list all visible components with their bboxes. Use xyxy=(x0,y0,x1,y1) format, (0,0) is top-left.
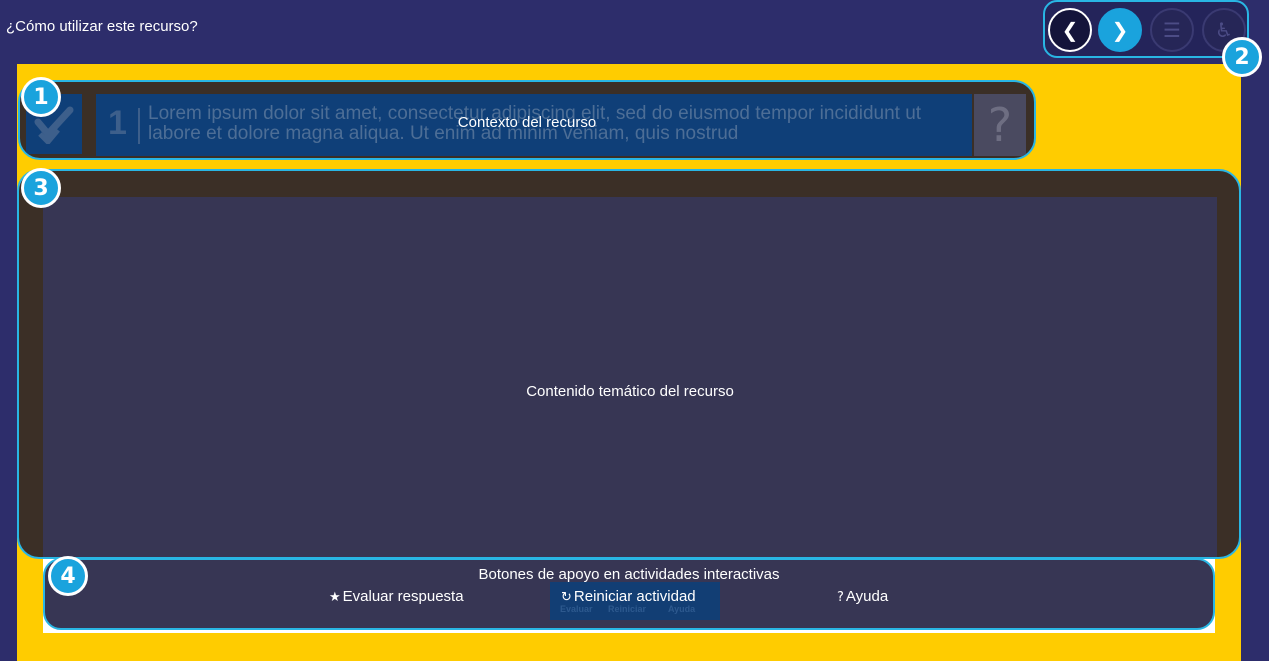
chevron-left-icon[interactable]: ❮ xyxy=(1048,8,1092,52)
support-title: Botones de apoyo en actividades interact… xyxy=(478,566,780,583)
ghost-restart-label: Reiniciar xyxy=(608,604,647,614)
evaluate-button[interactable]: ★ Evaluar respuesta xyxy=(329,588,464,605)
chevron-right-icon[interactable]: ❯ xyxy=(1098,8,1142,52)
nav-controls: ❮ ❯ ☰ ♿ xyxy=(1043,0,1249,58)
support-panel: Botones de apoyo en actividades interact… xyxy=(43,558,1215,630)
badge-1: 1 xyxy=(21,77,61,117)
context-label: Contexto del recurso xyxy=(457,114,597,131)
evaluate-label: Evaluar respuesta xyxy=(342,588,464,605)
content-area: Contenido temático del recurso xyxy=(43,197,1217,557)
refresh-icon: ↻ xyxy=(561,590,572,605)
content-panel: Contenido temático del recurso xyxy=(17,169,1241,559)
ghost-help-label: Ayuda xyxy=(668,604,696,614)
badge-4: 4 xyxy=(48,556,88,596)
badge-2: 2 xyxy=(1222,37,1262,77)
restart-label: Reiniciar actividad xyxy=(573,588,696,605)
star-icon: ★ xyxy=(329,590,341,605)
help-label: Ayuda xyxy=(845,588,889,605)
menu-icon[interactable]: ☰ xyxy=(1150,8,1194,52)
restart-button[interactable]: ↻ Reiniciar actividad xyxy=(561,588,696,605)
context-panel: 1 Lorem ipsum dolor sit amet, consectetu… xyxy=(18,80,1036,160)
page-title: ¿Cómo utilizar este recurso? xyxy=(6,18,198,35)
content-label: Contenido temático del recurso xyxy=(526,383,734,400)
question-icon: ? xyxy=(837,590,844,605)
ghost-evaluate-label: Evaluar xyxy=(560,604,593,614)
badge-3: 3 xyxy=(21,168,61,208)
help-button[interactable]: ? Ayuda xyxy=(837,588,888,605)
